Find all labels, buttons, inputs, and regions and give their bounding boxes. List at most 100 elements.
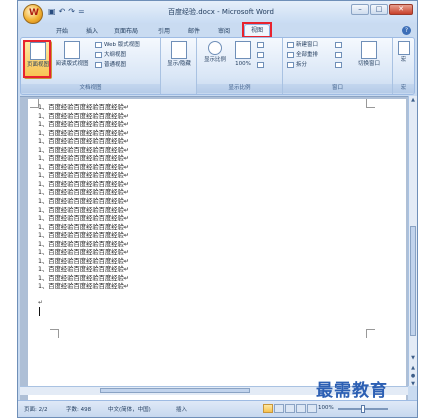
maximize-button[interactable]: □ [370,4,388,15]
arrange-all-label: 全部重排 [296,52,319,58]
draft-icon[interactable] [307,404,317,413]
scroll-up-icon[interactable]: ▲ [409,96,417,104]
zoom-slider-thumb[interactable] [361,405,365,413]
insert-mode[interactable]: 插入 [176,405,187,413]
office-logo-letter: W [29,8,39,18]
show-hide-label: 显示/隐藏 [167,61,191,67]
draft-view-button[interactable]: 普通视图 [95,61,126,69]
document-line[interactable]: 1、百度经验百度经验百度经验↵ [38,189,129,198]
customize-qat-icon[interactable]: = [78,7,85,17]
split-button[interactable]: 拆分 [287,61,307,69]
macros-button[interactable]: 宏 [395,41,412,64]
document-line[interactable]: 1、百度经验百度经验百度经验↵ [38,249,129,258]
zoom-100-label: 100% [235,61,251,67]
tab-page-layout[interactable]: 页面布局 [114,26,138,35]
close-button[interactable]: ✕ [389,4,413,15]
new-window-button[interactable]: 新建窗口 [287,41,318,49]
outline-view-button[interactable]: 大纲视图 [95,51,126,59]
reset-window-button[interactable] [335,61,344,69]
next-page-icon[interactable]: ▼ [409,380,417,388]
text-cursor [39,307,40,316]
title-bar: W ▣ ↶ ↷ = 百度经验.docx - Microsoft Word – □… [18,1,417,24]
arrange-all-icon [287,51,294,58]
zoom-button[interactable]: 显示比例 [201,41,229,64]
document-line[interactable]: 1、百度经验百度经验百度经验↵ [38,130,129,139]
vertical-scroll-thumb[interactable] [410,226,416,336]
group-label-macros: 宏 [393,84,414,93]
switch-windows-label: 切换窗口 [357,61,380,67]
show-hide-icon [171,41,187,59]
switch-windows-button[interactable]: 切换窗口 [353,41,385,68]
group-zoom: 显示比例 100% 显示比例 [197,38,283,94]
document-area: 1、百度经验百度经验百度经验↵ 1、百度经验百度经验百度经验↵ 1、百度经验百度经验… [20,96,408,402]
document-line[interactable]: 1、百度经验百度经验百度经验↵ [38,283,129,292]
prev-page-icon[interactable]: ▲ [409,364,417,372]
document-text[interactable]: 1、百度经验百度经验百度经验↵ 1、百度经验百度经验百度经验↵ 1、百度经验百度经验… [38,104,129,292]
macros-icon [397,41,410,55]
document-line[interactable]: 1、百度经验百度经验百度经验↵ [38,224,129,233]
draft-view-label: 普通视图 [104,62,127,68]
zoom-label: 显示比例 [203,57,226,63]
document-line[interactable]: 1、百度经验百度经验百度经验↵ [38,207,129,216]
tab-review[interactable]: 审阅 [218,26,230,35]
document-line[interactable]: 1、百度经验百度经验百度经验↵ [38,113,129,122]
document-line[interactable]: 1、百度经验百度经验百度经验↵ [38,138,129,147]
help-icon[interactable]: ? [402,26,411,35]
outline-view-icon [95,51,102,58]
draft-view-icon [95,61,102,68]
outline-icon[interactable] [296,404,306,413]
document-line[interactable]: 1、百度经验百度经验百度经验↵ [38,232,129,241]
undo-icon[interactable]: ↶ [59,7,66,17]
word-count[interactable]: 字数: 498 [66,405,91,413]
document-line[interactable]: 1、百度经验百度经验百度经验↵ [38,121,129,130]
office-button[interactable]: W [23,4,43,24]
zoom-level[interactable]: 100% [318,405,334,411]
sync-scroll-icon [335,51,342,58]
new-window-label: 新建窗口 [296,42,319,48]
scroll-down-icon[interactable]: ▼ [409,354,417,362]
new-window-icon [287,41,294,48]
zoom-100-button[interactable]: 100% [233,41,253,68]
page-width-button[interactable] [257,61,266,69]
side-by-side-icon [335,41,342,48]
view-side-by-side-button[interactable] [335,41,344,49]
web-view-button[interactable]: Web 版式视图 [95,41,140,49]
document-page[interactable]: 1、百度经验百度经验百度经验↵ 1、百度经验百度经验百度经验↵ 1、百度经验百度经验… [28,99,406,402]
redo-icon[interactable]: ↷ [68,7,75,17]
document-line[interactable]: 1、百度经验百度经验百度经验↵ [38,241,129,250]
reading-view-button[interactable]: 阅读版式视图 [53,41,91,68]
ribbon: 页面视图 阅读版式视图 Web 版式视图 大纲视图 普通视图 文档视图 显示/隐… [20,37,415,95]
document-line[interactable]: 1、百度经验百度经验百度经验↵ [38,104,129,113]
document-line[interactable]: 1、百度经验百度经验百度经验↵ [38,155,129,164]
print-layout-icon[interactable] [263,404,273,413]
horizontal-scroll-thumb[interactable] [100,388,250,393]
crop-mark-bottom-right [366,329,375,338]
arrange-all-button[interactable]: 全部重排 [287,51,318,59]
watermark-logo: 最需教育 [316,381,388,401]
page-count[interactable]: 页面: 2/2 [24,405,47,413]
web-layout-icon[interactable] [285,404,295,413]
full-screen-reading-icon[interactable] [274,404,284,413]
document-line[interactable]: 1、百度经验百度经验百度经验↵ [38,198,129,207]
page-width-icon [257,61,264,68]
document-line[interactable]: 1、百度经验百度经验百度经验↵ [38,172,129,181]
split-label: 拆分 [296,62,308,68]
show-hide-button[interactable]: 显示/隐藏 [165,41,193,68]
tab-insert[interactable]: 插入 [86,26,98,35]
vertical-scrollbar[interactable]: ▲ ▼ ▲ ● ▼ [408,96,417,388]
select-browse-object-icon[interactable]: ● [409,372,417,380]
zoom-100-icon [235,41,251,59]
tab-references[interactable]: 引用 [158,26,170,35]
minimize-button[interactable]: – [351,4,369,15]
language-status[interactable]: 中文(简体，中国) [108,405,151,413]
document-line[interactable]: 1、百度经验百度经验百度经验↵ [38,147,129,156]
document-line[interactable]: 1、百度经验百度经验百度经验↵ [38,266,129,275]
tab-mailings[interactable]: 邮件 [188,26,200,35]
two-pages-button[interactable] [257,51,266,59]
save-icon[interactable]: ▣ [48,7,56,17]
sync-scroll-button[interactable] [335,51,344,59]
tab-home[interactable]: 开始 [56,26,68,35]
crop-mark-top-right [366,99,375,108]
one-page-button[interactable] [257,41,266,49]
document-line[interactable]: 1、百度经验百度经验百度经验↵ [38,215,129,224]
